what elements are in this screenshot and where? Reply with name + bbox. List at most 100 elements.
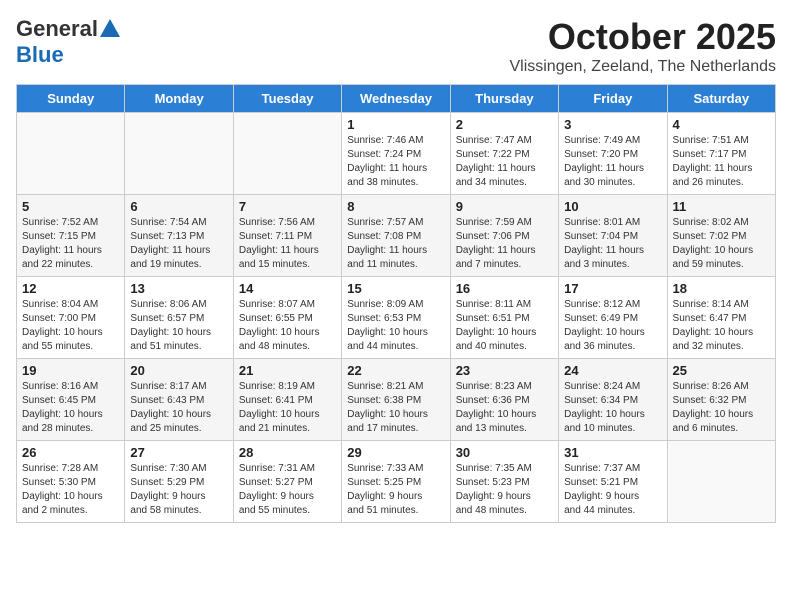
day-number: 28 [239, 445, 336, 460]
calendar-cell: 26 Sunrise: 7:28 AM Sunset: 5:30 PM Dayli… [17, 441, 125, 523]
calendar-cell [233, 113, 341, 195]
calendar-cell: 28 Sunrise: 7:31 AM Sunset: 5:27 PM Dayli… [233, 441, 341, 523]
day-info: Sunrise: 7:31 AM Sunset: 5:27 PM Dayligh… [239, 462, 336, 518]
day-number: 17 [564, 281, 661, 296]
calendar-cell: 2Sunrise: 7:47 AM Sunset: 7:22 PM Daylig… [450, 113, 558, 195]
day-number: 10 [564, 199, 661, 214]
header-day-wednesday: Wednesday [342, 85, 450, 113]
calendar-cell: 29 Sunrise: 7:33 AM Sunset: 5:25 PM Dayli… [342, 441, 450, 523]
day-info: Sunrise: 8:16 AM Sunset: 6:45 PM Dayligh… [22, 380, 119, 436]
calendar-cell: 15 Sunrise: 8:09 AM Sunset: 6:53 PM Dayli… [342, 277, 450, 359]
week-row-5: 26 Sunrise: 7:28 AM Sunset: 5:30 PM Dayli… [17, 441, 776, 523]
day-info: Sunrise: 7:35 AM Sunset: 5:23 PM Dayligh… [456, 462, 553, 518]
logo-blue-text: Blue [16, 42, 64, 68]
month-title: October 2025 [509, 16, 776, 58]
day-info: Sunrise: 7:33 AM Sunset: 5:25 PM Dayligh… [347, 462, 444, 518]
day-info: Sunrise: 8:26 AM Sunset: 6:32 PM Dayligh… [673, 380, 770, 436]
day-number: 27 [130, 445, 227, 460]
day-number: 16 [456, 281, 553, 296]
calendar-cell: 9 Sunrise: 7:59 AM Sunset: 7:06 PM Daylig… [450, 195, 558, 277]
calendar-header: SundayMondayTuesdayWednesdayThursdayFrid… [17, 85, 776, 113]
day-info: Sunrise: 8:17 AM Sunset: 6:43 PM Dayligh… [130, 380, 227, 436]
day-number: 5 [22, 199, 119, 214]
calendar-cell: 18Sunrise: 8:14 AM Sunset: 6:47 PM Dayli… [667, 277, 775, 359]
day-number: 30 [456, 445, 553, 460]
day-number: 23 [456, 363, 553, 378]
page-header: General Blue October 2025 Vlissingen, Ze… [16, 16, 776, 76]
day-info: Sunrise: 7:46 AM Sunset: 7:24 PM Dayligh… [347, 134, 444, 190]
logo: General Blue [16, 16, 120, 68]
day-info: Sunrise: 7:59 AM Sunset: 7:06 PM Dayligh… [456, 216, 553, 272]
day-info: Sunrise: 8:09 AM Sunset: 6:53 PM Dayligh… [347, 298, 444, 354]
day-number: 8 [347, 199, 444, 214]
day-info: Sunrise: 7:56 AM Sunset: 7:11 PM Dayligh… [239, 216, 336, 272]
header-day-friday: Friday [559, 85, 667, 113]
calendar-cell: 19 Sunrise: 8:16 AM Sunset: 6:45 PM Dayli… [17, 359, 125, 441]
day-number: 29 [347, 445, 444, 460]
day-info: Sunrise: 7:57 AM Sunset: 7:08 PM Dayligh… [347, 216, 444, 272]
day-number: 2 [456, 117, 553, 132]
day-info: Sunrise: 8:02 AM Sunset: 7:02 PM Dayligh… [673, 216, 770, 272]
calendar-cell: 7 Sunrise: 7:56 AM Sunset: 7:11 PM Daylig… [233, 195, 341, 277]
day-number: 26 [22, 445, 119, 460]
day-info: Sunrise: 7:30 AM Sunset: 5:29 PM Dayligh… [130, 462, 227, 518]
header-day-monday: Monday [125, 85, 233, 113]
calendar-cell: 27 Sunrise: 7:30 AM Sunset: 5:29 PM Dayli… [125, 441, 233, 523]
day-info: Sunrise: 8:19 AM Sunset: 6:41 PM Dayligh… [239, 380, 336, 436]
calendar-cell: 4 Sunrise: 7:51 AM Sunset: 7:17 PM Daylig… [667, 113, 775, 195]
header-row: SundayMondayTuesdayWednesdayThursdayFrid… [17, 85, 776, 113]
day-number: 4 [673, 117, 770, 132]
day-number: 13 [130, 281, 227, 296]
location-subtitle: Vlissingen, Zeeland, The Netherlands [509, 58, 776, 76]
day-number: 14 [239, 281, 336, 296]
day-info: Sunrise: 7:52 AM Sunset: 7:15 PM Dayligh… [22, 216, 119, 272]
day-number: 3 [564, 117, 661, 132]
day-number: 21 [239, 363, 336, 378]
logo-triangle-icon [100, 19, 120, 37]
calendar-table: SundayMondayTuesdayWednesdayThursdayFrid… [16, 84, 776, 523]
day-info: Sunrise: 8:12 AM Sunset: 6:49 PM Dayligh… [564, 298, 661, 354]
day-number: 24 [564, 363, 661, 378]
calendar-cell [667, 441, 775, 523]
title-block: October 2025 Vlissingen, Zeeland, The Ne… [509, 16, 776, 76]
calendar-cell: 17 Sunrise: 8:12 AM Sunset: 6:49 PM Dayli… [559, 277, 667, 359]
day-info: Sunrise: 7:51 AM Sunset: 7:17 PM Dayligh… [673, 134, 770, 190]
day-number: 22 [347, 363, 444, 378]
week-row-3: 12 Sunrise: 8:04 AM Sunset: 7:00 PM Dayli… [17, 277, 776, 359]
header-day-thursday: Thursday [450, 85, 558, 113]
day-number: 19 [22, 363, 119, 378]
day-info: Sunrise: 8:23 AM Sunset: 6:36 PM Dayligh… [456, 380, 553, 436]
calendar-cell: 30 Sunrise: 7:35 AM Sunset: 5:23 PM Dayli… [450, 441, 558, 523]
logo-general-text: General [16, 16, 98, 42]
header-day-tuesday: Tuesday [233, 85, 341, 113]
calendar-cell: 6 Sunrise: 7:54 AM Sunset: 7:13 PM Daylig… [125, 195, 233, 277]
day-info: Sunrise: 8:07 AM Sunset: 6:55 PM Dayligh… [239, 298, 336, 354]
calendar-cell: 31 Sunrise: 7:37 AM Sunset: 5:21 PM Dayli… [559, 441, 667, 523]
day-number: 1 [347, 117, 444, 132]
calendar-cell: 5 Sunrise: 7:52 AM Sunset: 7:15 PM Daylig… [17, 195, 125, 277]
calendar-cell: 24 Sunrise: 8:24 AM Sunset: 6:34 PM Dayli… [559, 359, 667, 441]
day-info: Sunrise: 7:54 AM Sunset: 7:13 PM Dayligh… [130, 216, 227, 272]
day-number: 7 [239, 199, 336, 214]
calendar-cell: 23 Sunrise: 8:23 AM Sunset: 6:36 PM Dayli… [450, 359, 558, 441]
week-row-1: 1 Sunrise: 7:46 AM Sunset: 7:24 PM Daylig… [17, 113, 776, 195]
calendar-cell [17, 113, 125, 195]
day-number: 15 [347, 281, 444, 296]
day-number: 12 [22, 281, 119, 296]
header-day-saturday: Saturday [667, 85, 775, 113]
day-number: 31 [564, 445, 661, 460]
calendar-cell: 22Sunrise: 8:21 AM Sunset: 6:38 PM Dayli… [342, 359, 450, 441]
day-info: Sunrise: 8:01 AM Sunset: 7:04 PM Dayligh… [564, 216, 661, 272]
day-info: Sunrise: 7:37 AM Sunset: 5:21 PM Dayligh… [564, 462, 661, 518]
calendar-cell: 21 Sunrise: 8:19 AM Sunset: 6:41 PM Dayli… [233, 359, 341, 441]
calendar-cell: 3Sunrise: 7:49 AM Sunset: 7:20 PM Daylig… [559, 113, 667, 195]
calendar-cell: 14 Sunrise: 8:07 AM Sunset: 6:55 PM Dayli… [233, 277, 341, 359]
day-info: Sunrise: 7:28 AM Sunset: 5:30 PM Dayligh… [22, 462, 119, 518]
day-number: 6 [130, 199, 227, 214]
calendar-cell: 16Sunrise: 8:11 AM Sunset: 6:51 PM Dayli… [450, 277, 558, 359]
day-info: Sunrise: 8:04 AM Sunset: 7:00 PM Dayligh… [22, 298, 119, 354]
day-info: Sunrise: 8:24 AM Sunset: 6:34 PM Dayligh… [564, 380, 661, 436]
calendar-cell: 20Sunrise: 8:17 AM Sunset: 6:43 PM Dayli… [125, 359, 233, 441]
week-row-4: 19 Sunrise: 8:16 AM Sunset: 6:45 PM Dayli… [17, 359, 776, 441]
day-number: 9 [456, 199, 553, 214]
